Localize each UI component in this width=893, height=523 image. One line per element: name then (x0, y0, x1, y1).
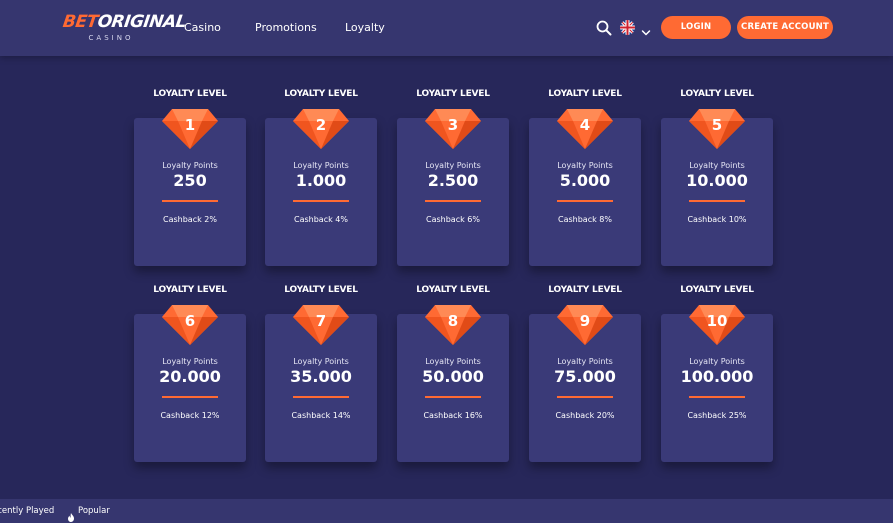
level-title: LOYALTY LEVEL (284, 89, 358, 99)
level-title: LOYALTY LEVEL (284, 285, 358, 295)
create-account-button[interactable]: CREATE ACCOUNT (737, 16, 833, 39)
cashback-label: Cashback 12% (160, 411, 220, 420)
gem-icon: 2 (293, 109, 349, 149)
divider (293, 396, 349, 398)
logo-subtitle: CASINO (88, 34, 134, 42)
level-card: 2 Loyalty Points 1.000 Cashback 4% (265, 109, 377, 266)
recently-played-link[interactable]: ecently Played (0, 499, 54, 523)
login-button[interactable]: LOGIN (661, 16, 731, 39)
points-value: 10.000 (686, 171, 748, 190)
level-number: 5 (711, 116, 723, 134)
search-icon[interactable] (596, 20, 612, 36)
popular-link[interactable]: Popular (78, 499, 110, 523)
divider (689, 396, 745, 398)
divider (162, 200, 218, 202)
divider (557, 200, 613, 202)
cashback-label: Cashback 8% (558, 215, 612, 224)
level-number: 9 (579, 312, 591, 330)
gem-icon: 4 (557, 109, 613, 149)
level-card: 7 Loyalty Points 35.000 Cashback 14% (265, 305, 377, 462)
level-title: LOYALTY LEVEL (416, 89, 490, 99)
level-number: 8 (447, 312, 459, 330)
gem-icon: 5 (689, 109, 745, 149)
level-number: 7 (315, 312, 327, 330)
gem-icon: 1 (162, 109, 218, 149)
logo-part-original: ORIGINAL (96, 12, 188, 32)
cashback-label: Cashback 16% (423, 411, 483, 420)
level-title: LOYALTY LEVEL (680, 285, 754, 295)
points-value: 5.000 (559, 171, 611, 190)
chevron-down-icon[interactable] (641, 23, 651, 36)
level-number: 4 (579, 116, 591, 134)
level-card: 10 Loyalty Points 100.000 Cashback 25% (661, 305, 773, 462)
points-value: 1.000 (295, 171, 347, 190)
points-value: 75.000 (554, 367, 616, 386)
divider (557, 396, 613, 398)
points-value: 35.000 (290, 367, 352, 386)
logo[interactable]: BETORIGINAL CASINO (61, 12, 188, 46)
gem-icon: 8 (425, 305, 481, 345)
cashback-label: Cashback 14% (291, 411, 351, 420)
divider (425, 396, 481, 398)
level-title: LOYALTY LEVEL (153, 285, 227, 295)
level-number: 10 (706, 312, 728, 330)
points-label: Loyalty Points (557, 161, 613, 170)
level-title: LOYALTY LEVEL (548, 89, 622, 99)
level-card: 9 Loyalty Points 75.000 Cashback 20% (529, 305, 641, 462)
gem-icon: 7 (293, 305, 349, 345)
divider (293, 200, 349, 202)
cashback-label: Cashback 2% (163, 215, 217, 224)
points-value: 2.500 (427, 171, 479, 190)
level-title: LOYALTY LEVEL (680, 89, 754, 99)
level-title: LOYALTY LEVEL (153, 89, 227, 99)
points-label: Loyalty Points (293, 161, 349, 170)
points-label: Loyalty Points (293, 357, 349, 366)
divider (162, 396, 218, 398)
level-card: 6 Loyalty Points 20.000 Cashback 12% (134, 305, 246, 462)
site-header: BETORIGINAL CASINO Casino Promotions Loy… (0, 0, 893, 56)
nav-casino[interactable]: Casino (184, 0, 221, 56)
points-label: Loyalty Points (162, 161, 218, 170)
cashback-label: Cashback 20% (555, 411, 615, 420)
points-label: Loyalty Points (162, 357, 218, 366)
level-card: 8 Loyalty Points 50.000 Cashback 16% (397, 305, 509, 462)
gem-icon: 10 (689, 305, 745, 345)
gem-icon: 9 (557, 305, 613, 345)
points-label: Loyalty Points (425, 357, 481, 366)
cashback-label: Cashback 4% (294, 215, 348, 224)
level-title: LOYALTY LEVEL (548, 285, 622, 295)
level-number: 6 (184, 312, 196, 330)
gem-icon: 3 (425, 109, 481, 149)
flame-icon (67, 507, 75, 522)
points-label: Loyalty Points (689, 161, 745, 170)
bottom-bar: ecently Played Popular (0, 499, 893, 523)
cashback-label: Cashback 25% (687, 411, 747, 420)
uk-flag-icon[interactable] (620, 20, 635, 35)
level-card: 4 Loyalty Points 5.000 Cashback 8% (529, 109, 641, 266)
points-value: 100.000 (680, 367, 754, 386)
points-label: Loyalty Points (557, 357, 613, 366)
level-title: LOYALTY LEVEL (416, 285, 490, 295)
level-card: 5 Loyalty Points 10.000 Cashback 10% (661, 109, 773, 266)
level-number: 2 (315, 116, 327, 134)
level-number: 3 (447, 116, 459, 134)
cashback-label: Cashback 10% (687, 215, 747, 224)
points-value: 250 (173, 171, 207, 190)
level-number: 1 (184, 116, 196, 134)
level-card: 3 Loyalty Points 2.500 Cashback 6% (397, 109, 509, 266)
divider (689, 200, 745, 202)
nav-promotions[interactable]: Promotions (255, 0, 317, 56)
points-label: Loyalty Points (425, 161, 481, 170)
gem-icon: 6 (162, 305, 218, 345)
points-value: 20.000 (159, 367, 221, 386)
divider (425, 200, 481, 202)
points-label: Loyalty Points (689, 357, 745, 366)
logo-part-bet: BET (61, 12, 100, 32)
nav-loyalty[interactable]: Loyalty (345, 0, 385, 56)
cashback-label: Cashback 6% (426, 215, 480, 224)
points-value: 50.000 (422, 367, 484, 386)
level-card: 1 Loyalty Points 250 Cashback 2% (134, 109, 246, 266)
